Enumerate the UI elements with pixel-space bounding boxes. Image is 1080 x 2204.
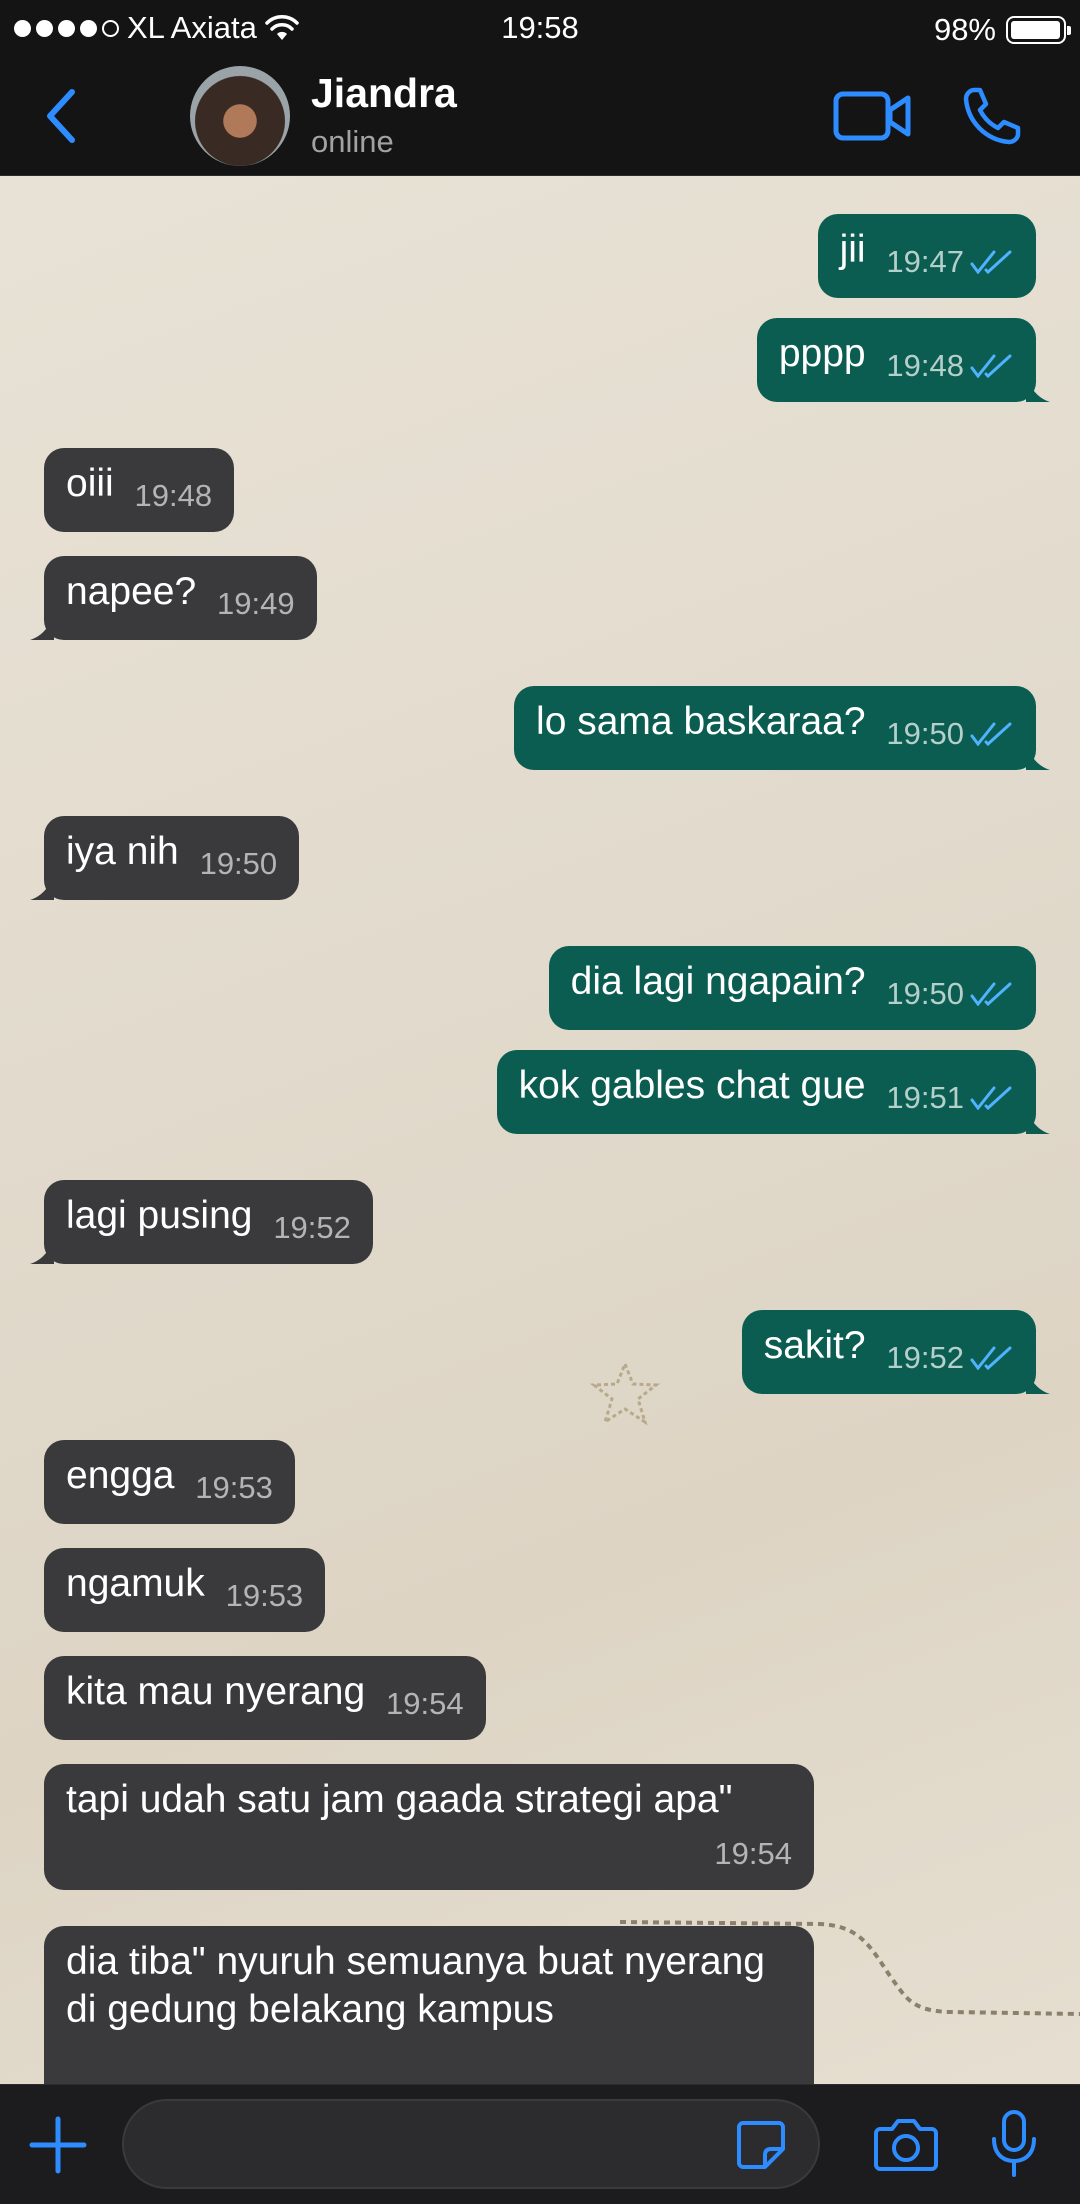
message-outgoing[interactable]: jii 19:47 — [817, 214, 1036, 298]
message-incoming[interactable]: napee? 19:49 — [30, 556, 317, 640]
message-time: 19:54 — [386, 1686, 464, 1721]
message-incoming[interactable]: engga 19:53 — [44, 1440, 295, 1524]
message-time: 19:50 — [886, 716, 964, 751]
read-ticks-icon — [970, 354, 1012, 378]
message-text: lagi pusing — [66, 1194, 253, 1237]
message-incoming[interactable]: ngamuk 19:53 — [44, 1548, 326, 1632]
bubble-tail — [30, 1240, 54, 1264]
phone-icon[interactable] — [960, 84, 1024, 148]
message-incoming[interactable]: oiii 19:48 — [44, 448, 235, 532]
contact-avatar[interactable] — [190, 66, 290, 166]
message-time: 19:47 — [886, 244, 964, 279]
chat-header: Jiandra online — [0, 58, 1080, 176]
message-outgoing[interactable]: pppp 19:48 — [756, 318, 1050, 402]
contact-status: online — [311, 124, 394, 159]
message-time: 19:50 — [886, 976, 964, 1011]
message-text: dia tiba" nyuruh semuanya buat nyerang d… — [66, 1940, 765, 2031]
bubble-tail — [1026, 1370, 1050, 1394]
sticker-icon[interactable] — [735, 2119, 787, 2171]
message-time: 19:49 — [216, 586, 295, 621]
message-incoming[interactable]: kita mau nyerang 19:54 — [44, 1656, 486, 1740]
camera-icon[interactable] — [874, 2115, 938, 2173]
message-time: 19:54 — [714, 1836, 792, 1871]
message-outgoing[interactable]: dia lagi ngapain? 19:50 — [548, 946, 1036, 1030]
message-incoming[interactable]: dia tiba" nyuruh semuanya buat nyerang d… — [44, 1926, 814, 2084]
message-time: 19:52 — [273, 1210, 351, 1245]
message-time: 19:51 — [886, 1080, 964, 1115]
message-incoming[interactable]: lagi pusing 19:52 — [30, 1180, 373, 1264]
read-ticks-icon — [970, 1346, 1012, 1370]
bubble-tail — [30, 876, 54, 900]
message-text: kita mau nyerang — [66, 1670, 366, 1713]
message-outgoing[interactable]: lo sama baskaraa? 19:50 — [514, 686, 1050, 770]
battery-icon — [1006, 16, 1071, 44]
message-text: sakit? — [763, 1324, 866, 1367]
read-ticks-icon — [970, 1086, 1012, 1110]
clock: 19:58 — [501, 10, 579, 45]
bubble-tail — [1026, 378, 1050, 402]
plus-icon[interactable] — [28, 2115, 88, 2175]
message-text: engga — [66, 1454, 175, 1497]
contact-name[interactable]: Jiandra — [311, 70, 457, 117]
read-ticks-icon — [970, 722, 1012, 746]
message-time: 19:50 — [199, 846, 278, 881]
chat-area[interactable]: jii 19:47 pppp 19:48 oiii 19:48 napee? 1… — [0, 176, 1080, 2084]
message-time: 19:52 — [886, 1340, 964, 1375]
message-input[interactable] — [122, 2099, 820, 2189]
star-doodle-icon — [590, 1360, 660, 1426]
read-ticks-icon — [970, 250, 1012, 274]
back-chevron-icon[interactable] — [38, 86, 88, 146]
message-text: jii — [839, 228, 866, 271]
message-text: kok gables chat gue — [518, 1064, 866, 1107]
video-camera-icon[interactable] — [832, 86, 912, 146]
battery-status: 98% — [933, 12, 1071, 48]
message-text: oiii — [66, 462, 114, 505]
message-time: 19:53 — [225, 1578, 304, 1613]
battery-percent: 98% — [933, 12, 996, 47]
message-time: 19:53 — [195, 1470, 273, 1505]
message-time: 19:48 — [134, 478, 213, 513]
message-text: dia lagi ngapain? — [570, 960, 866, 1003]
message-text: napee? — [66, 570, 197, 613]
message-text: pppp — [778, 332, 866, 375]
message-text: lo sama baskaraa? — [536, 700, 866, 743]
bubble-tail — [1026, 1110, 1050, 1134]
message-incoming[interactable]: tapi udah satu jam gaada strategi apa" 1… — [44, 1764, 814, 1890]
microphone-icon[interactable] — [990, 2109, 1038, 2179]
message-outgoing[interactable]: kok gables chat gue 19:51 — [496, 1050, 1050, 1134]
message-input-bar — [0, 2084, 1080, 2204]
bubble-tail — [30, 616, 54, 640]
status-bar: XL Axiata 19:58 98% — [0, 0, 1080, 58]
message-outgoing[interactable]: sakit? 19:52 — [741, 1310, 1050, 1394]
message-text: tapi udah satu jam gaada strategi apa" — [66, 1778, 733, 1821]
bubble-tail — [1026, 746, 1050, 770]
message-text: ngamuk — [66, 1562, 205, 1605]
message-incoming[interactable]: iya nih 19:50 — [30, 816, 300, 900]
read-ticks-icon — [970, 982, 1012, 1006]
message-time: 19:48 — [886, 348, 964, 383]
message-text: iya nih — [66, 830, 179, 873]
